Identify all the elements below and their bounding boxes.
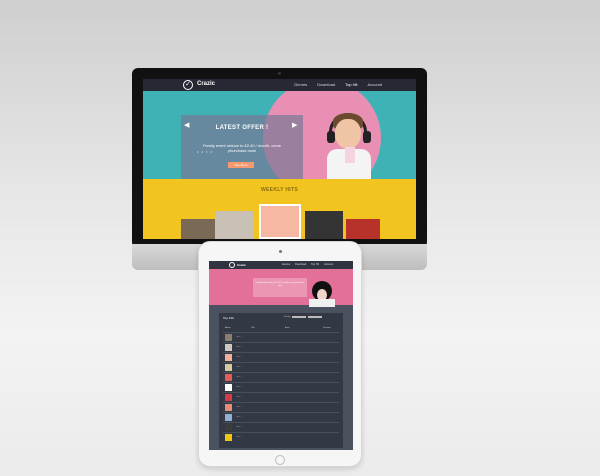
- album-cover[interactable]: [259, 204, 301, 239]
- table-header: Album Title Artist Duration: [223, 327, 339, 331]
- album-cover[interactable]: [181, 219, 215, 239]
- album-cover[interactable]: [305, 211, 343, 239]
- table-title: Top 100: [223, 316, 234, 320]
- column-duration[interactable]: Duration: [323, 327, 331, 329]
- nav-links: Genres Download Top Hit Account: [282, 263, 333, 266]
- camera-icon: [279, 250, 282, 253]
- see-more-button[interactable]: See More: [228, 162, 254, 168]
- nav-download[interactable]: Download: [317, 82, 335, 87]
- sort-controls[interactable]: Sort by: [284, 316, 323, 318]
- desktop-screen: ✓ Crazic Genres Download Top Hit Account: [143, 79, 416, 239]
- weekly-hits-title: WEEKLY HITS: [261, 187, 298, 193]
- table-row[interactable]: ▶ ♥ +: [223, 372, 339, 381]
- album-cover[interactable]: [215, 211, 253, 239]
- table-row[interactable]: ▶ ♥ +: [223, 342, 339, 351]
- hero-image: [323, 107, 375, 179]
- nav-download[interactable]: Download: [295, 263, 306, 266]
- table-row[interactable]: ▶ ♥ +: [223, 352, 339, 361]
- table-row[interactable]: ▶ ♥ +: [223, 392, 339, 401]
- chevron-right-icon[interactable]: ▶: [292, 121, 297, 129]
- tablet-screen: Crazic Genres Download Top Hit Account F…: [209, 261, 353, 450]
- brand-name[interactable]: Crazic: [197, 81, 215, 87]
- tablet-hero: Family event reduce to £2.40 / month, co…: [209, 269, 353, 307]
- album-cover[interactable]: [346, 219, 380, 239]
- nav-genres[interactable]: Genres: [294, 82, 307, 87]
- table-row[interactable]: ▶ ♥ +: [223, 382, 339, 391]
- table-row[interactable]: ▶ ♥ +: [223, 362, 339, 371]
- nav-top-hit[interactable]: Top Hit: [311, 263, 319, 266]
- offer-card: Family event reduce to £2.40 / month, co…: [253, 278, 307, 297]
- nav-genres[interactable]: Genres: [282, 263, 290, 266]
- table-row[interactable]: ▶ ♥ +: [223, 402, 339, 411]
- weekly-hits-section: WEEKLY HITS: [143, 179, 416, 239]
- chevron-left-icon[interactable]: ◀: [184, 121, 189, 129]
- tablet-navbar: Crazic Genres Download Top Hit Account: [209, 261, 353, 269]
- logo-icon[interactable]: ✓: [183, 80, 193, 90]
- monitor-bezel: ✓ Crazic Genres Download Top Hit Account: [132, 68, 427, 248]
- column-artist[interactable]: Artist: [285, 327, 290, 329]
- home-button[interactable]: [275, 455, 285, 465]
- logo-icon[interactable]: [229, 262, 235, 268]
- carousel-dots[interactable]: • • • •: [197, 149, 213, 154]
- offer-card: LATEST OFFER ! Family event reduce to £2…: [181, 115, 303, 179]
- nav-links: Genres Download Top Hit Account: [294, 82, 382, 87]
- nav-top-hit[interactable]: Top Hit: [345, 82, 357, 87]
- camera-icon: [278, 72, 281, 75]
- offer-title: LATEST OFFER !: [215, 125, 269, 131]
- sort-label: Sort by: [284, 316, 291, 318]
- brand-name[interactable]: Crazic: [237, 263, 246, 267]
- tablet-device: Crazic Genres Download Top Hit Account F…: [198, 241, 362, 467]
- top-navbar: ✓ Crazic Genres Download Top Hit Account: [143, 79, 416, 91]
- nav-account[interactable]: Account: [324, 263, 333, 266]
- top-100-table: Top 100 Sort by Album Title Artist Durat…: [219, 313, 343, 448]
- table-row[interactable]: ▶ ♥ +: [223, 412, 339, 421]
- column-title[interactable]: Title: [251, 327, 255, 329]
- hero-banner: LATEST OFFER ! Family event reduce to £2…: [143, 91, 416, 179]
- offer-text: Family event reduce to £2.40 / month, co…: [255, 282, 305, 287]
- table-row[interactable]: ▶ ♥ +: [223, 332, 339, 341]
- hero-image: [309, 279, 335, 307]
- table-row[interactable]: ▶ ♥ +: [223, 432, 339, 441]
- table-row[interactable]: ▶ ♥ +: [223, 422, 339, 431]
- column-album[interactable]: Album: [225, 327, 231, 329]
- nav-account[interactable]: Account: [368, 82, 382, 87]
